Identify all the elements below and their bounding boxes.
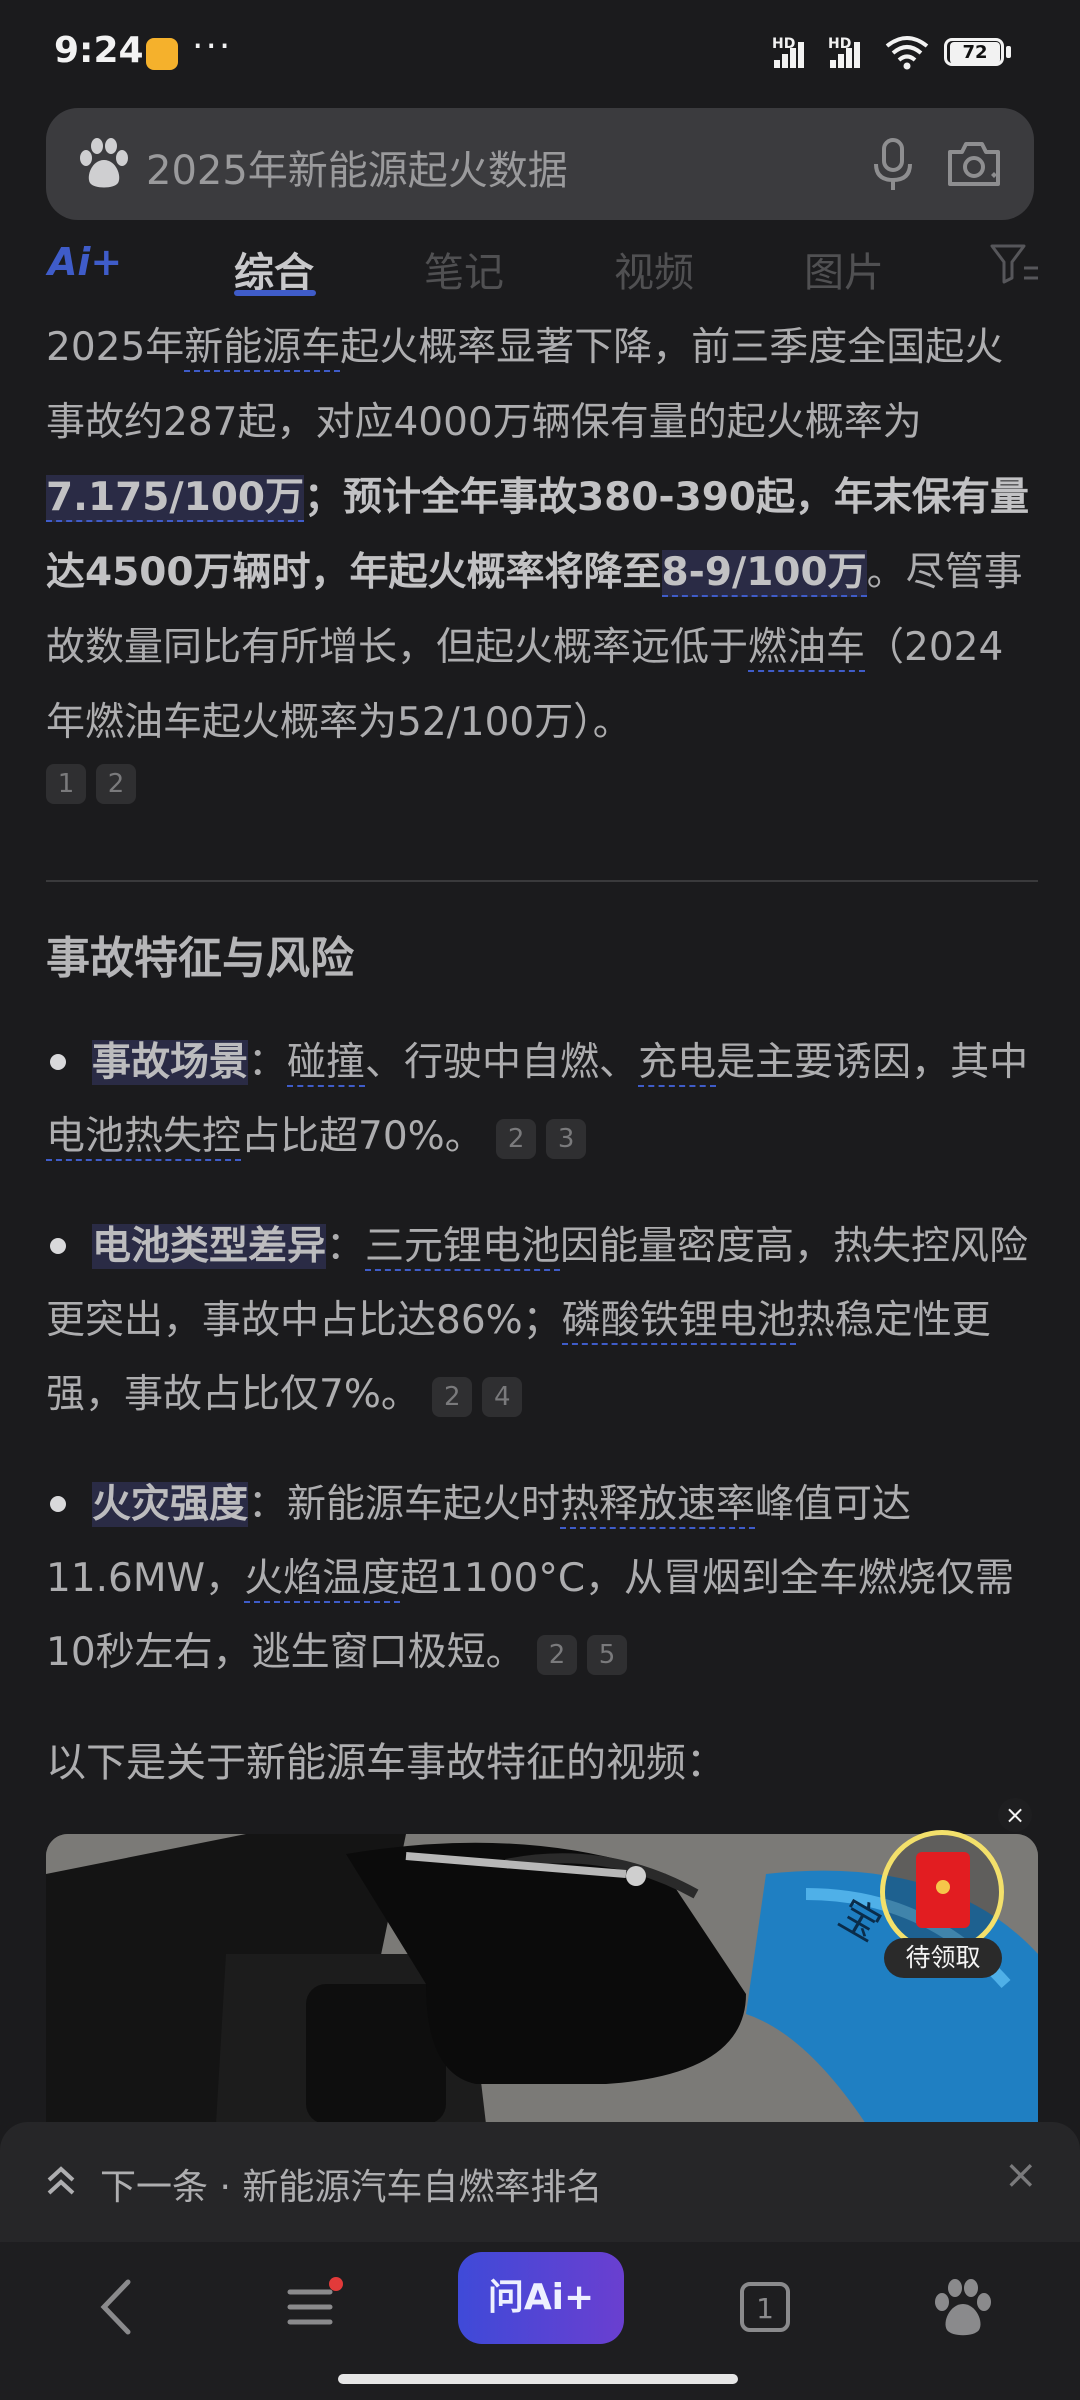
bullet-text: ： [326, 1224, 366, 1269]
link-fuel-vehicle[interactable]: 燃油车 [748, 625, 866, 672]
link-ternary-lithium[interactable]: 三元锂电池 [365, 1224, 561, 1271]
bullet-text: 是主要诱因，其中 [716, 1040, 1029, 1085]
baidu-home-icon[interactable] [928, 2272, 998, 2342]
bullet-text: ： [248, 1040, 288, 1085]
search-query[interactable]: 2025年新能源起火数据 [146, 138, 568, 196]
citation-badge[interactable]: 1 [46, 764, 86, 804]
status-bar: 9:24 ··· HD HD 72 [0, 0, 1080, 100]
link-collision[interactable]: 碰撞 [287, 1040, 366, 1087]
citation-badge[interactable]: 5 [587, 1634, 628, 1675]
ai-summary: 2025年新能源车起火概率显著下降，前三季度全国起火事故约287起，对应4000… [46, 310, 1036, 804]
tab-notes[interactable]: 笔记 [424, 240, 504, 298]
video-intro-text: 以下是关于新能源车事故特征的视频： [46, 1740, 726, 1786]
more-notifications-icon: ··· [192, 26, 233, 67]
voice-search-icon[interactable] [868, 136, 918, 192]
next-bar-close-button[interactable]: × [1004, 2152, 1038, 2198]
tab-images[interactable]: 图片 [804, 240, 884, 298]
signal-strength-icon-1 [772, 38, 810, 68]
signal-strength-icon-2 [828, 38, 866, 68]
menu-icon[interactable] [278, 2272, 348, 2342]
highlight-fire-rate: 7.175/100万 [46, 475, 305, 522]
notification-app-icon [146, 38, 178, 70]
tab-ai[interactable]: Ai+ [48, 240, 122, 284]
citation-badge[interactable]: 2 [496, 1118, 537, 1159]
link-thermal-runaway[interactable]: 电池热失控 [46, 1114, 242, 1161]
image-search-icon[interactable] [944, 136, 1004, 192]
red-packet-button[interactable]: 待领取 [880, 1830, 1010, 1980]
back-icon[interactable] [84, 2272, 154, 2342]
baidu-paw-icon [80, 138, 128, 188]
tabs-icon[interactable]: 1 [730, 2272, 800, 2342]
bullet-dot [50, 1053, 66, 1070]
summary-paragraph: 2025年新能源车起火概率显著下降，前三季度全国起火事故约287起，对应4000… [46, 310, 1036, 760]
list-item: 事故场景：碰撞、行驶中自燃、充电是主要诱因，其中电池热失控占比超70%。 23 [46, 1026, 1038, 1174]
citation-badge[interactable]: 4 [482, 1376, 523, 1417]
summary-text: 2025年 [46, 325, 185, 370]
link-heat-release-rate[interactable]: 热释放速率 [560, 1482, 756, 1529]
filter-icon[interactable] [990, 242, 1040, 286]
active-tab-indicator [234, 290, 316, 296]
status-time: 9:24 [54, 30, 144, 71]
citation-badge[interactable]: 2 [432, 1376, 473, 1417]
bullet-dot [50, 1495, 66, 1512]
link-flame-temperature[interactable]: 火焰温度 [244, 1556, 401, 1603]
bullet-text: 、行驶中自燃、 [365, 1040, 639, 1085]
citation-badge[interactable]: 3 [546, 1118, 587, 1159]
link-charging[interactable]: 充电 [638, 1040, 717, 1087]
result-tabs: Ai+ 综合 笔记 视频 图片 [0, 236, 1080, 296]
search-box[interactable]: 2025年新能源起火数据 [46, 108, 1034, 220]
bullet-keyword: 事故场景 [92, 1040, 249, 1085]
battery-icon: 72 [944, 38, 1004, 66]
double-chevron-up-icon [47, 2166, 75, 2195]
citation-badge[interactable]: 2 [96, 764, 136, 804]
bullet-keyword: 火灾强度 [92, 1482, 249, 1527]
battery-level: 72 [950, 42, 1000, 64]
tab-count: 1 [756, 2292, 774, 2325]
next-item-text[interactable]: 下一条 · 新能源汽车自燃率排名 [100, 2158, 602, 2210]
bullet-text: ：新能源车起火时 [248, 1482, 561, 1527]
feature-list: 事故场景：碰撞、行驶中自燃、充电是主要诱因，其中电池热失控占比超70%。 23 … [46, 1026, 1038, 1726]
highlight-projected-rate: 8-9/100万 [661, 550, 867, 597]
list-item: 电池类型差异：三元锂电池因能量密度高，热失控风险更突出，事故中占比达86%；磷酸… [46, 1210, 1038, 1432]
citation-badge[interactable]: 2 [537, 1634, 578, 1675]
bullet-keyword: 电池类型差异 [92, 1224, 327, 1269]
bullet-dot [50, 1237, 66, 1254]
tab-videos[interactable]: 视频 [614, 240, 694, 298]
link-new-energy-vehicle[interactable]: 新能源车 [184, 325, 341, 372]
ask-ai-button[interactable]: 问Ai+ [458, 2252, 624, 2344]
link-lfp-battery[interactable]: 磷酸铁锂电池 [561, 1298, 796, 1345]
home-indicator[interactable] [338, 2374, 738, 2384]
video-close-button[interactable]: × [998, 1798, 1032, 1832]
bullet-text: 占比超70%。 [241, 1114, 484, 1159]
section-divider [46, 880, 1038, 882]
wifi-icon [885, 36, 929, 70]
section-title: 事故特征与风险 [46, 933, 354, 984]
next-item-bar[interactable]: 下一条 · 新能源汽车自燃率排名 × [0, 2122, 1080, 2242]
red-envelope-icon [916, 1852, 970, 1928]
list-item: 火灾强度：新能源车起火时热释放速率峰值可达11.6MW，火焰温度超1100°C，… [46, 1468, 1038, 1690]
battery-cap [1006, 46, 1011, 58]
red-packet-label: 待领取 [884, 1938, 1002, 1978]
